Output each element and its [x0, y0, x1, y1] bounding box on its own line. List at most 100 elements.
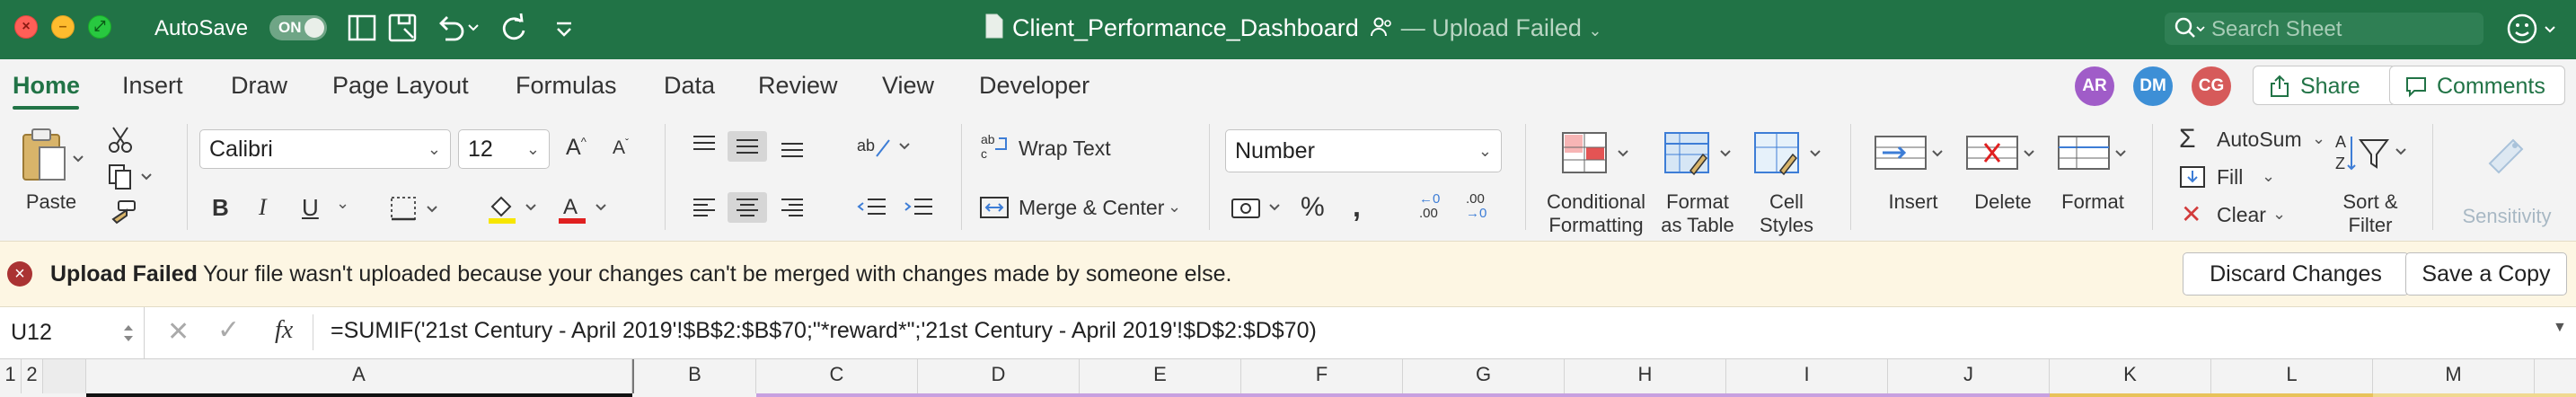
undo-icon[interactable]	[433, 11, 481, 45]
upload-status[interactable]: Upload Failed	[1432, 14, 1582, 41]
number-format-select[interactable]: Number ⌄	[1225, 129, 1502, 172]
column-header-b[interactable]: B	[632, 359, 756, 393]
column-header-c[interactable]: C	[756, 359, 918, 393]
column-header-j[interactable]: J	[1888, 359, 2050, 393]
chevron-down-icon[interactable]: ⌄	[2312, 129, 2325, 148]
horizontal-align-icons[interactable]	[688, 192, 814, 223]
confirm-formula-icon[interactable]: ✓	[217, 314, 240, 346]
column-header-l[interactable]: L	[2211, 359, 2373, 393]
avatar[interactable]: DM	[2133, 66, 2173, 106]
column-header-g[interactable]: G	[1403, 359, 1565, 393]
underline-button[interactable]: U	[302, 194, 319, 222]
sigma-icon[interactable]: Σ	[2179, 124, 2196, 154]
wrap-text-icon[interactable]: ab c	[979, 131, 1011, 162]
format-cells-icon[interactable]	[2057, 131, 2132, 176]
fill-down-icon[interactable]	[2177, 163, 2208, 190]
fill-color-icon[interactable]	[485, 192, 546, 225]
zoom-window-button[interactable]: ⤢	[88, 15, 111, 39]
merge-center-icon[interactable]	[979, 192, 1011, 223]
comments-button[interactable]: Comments	[2389, 66, 2565, 105]
cut-icon[interactable]	[106, 126, 135, 154]
formula-input[interactable]: =SUMIF('21st Century - April 2019'!$B$2:…	[331, 318, 1317, 344]
customize-toolbar-icon[interactable]	[551, 11, 577, 45]
column-header-e[interactable]: E	[1080, 359, 1241, 393]
save-icon[interactable]	[386, 11, 420, 45]
autosum-button[interactable]: AutoSum	[2217, 128, 2302, 152]
autosave-toggle[interactable]: ON	[269, 15, 327, 40]
merge-center-button[interactable]: Merge & Center	[1019, 196, 1164, 220]
tab-formulas[interactable]: Formulas	[516, 72, 617, 100]
discard-changes-button[interactable]: Discard Changes	[2183, 252, 2409, 296]
font-size-select[interactable]: 12 ⌄	[458, 129, 550, 169]
chevron-down-icon[interactable]: ⌄	[336, 194, 349, 213]
tab-insert[interactable]: Insert	[122, 72, 183, 100]
vertical-align-icons[interactable]	[688, 131, 814, 162]
tab-view[interactable]: View	[882, 72, 934, 100]
increase-font-size-button[interactable]: A^	[566, 135, 587, 161]
decrease-decimal-button[interactable]: .00 →0	[1466, 192, 1486, 221]
tab-review[interactable]: Review	[758, 72, 838, 100]
avatar[interactable]: AR	[2075, 66, 2114, 106]
bold-button[interactable]: B	[212, 194, 229, 222]
clear-button[interactable]: Clear	[2217, 203, 2266, 227]
wrap-text-button[interactable]: Wrap Text	[1019, 137, 1111, 161]
cell-styles-icon[interactable]	[1753, 131, 1829, 176]
avatar[interactable]: CG	[2192, 66, 2231, 106]
delete-cells-label[interactable]: Delete	[1967, 190, 2039, 214]
column-header-k[interactable]: K	[2050, 359, 2211, 393]
cell-styles-label[interactable]: Cell Styles	[1746, 190, 1827, 237]
column-header-f[interactable]: F	[1241, 359, 1403, 393]
outline-level-2[interactable]: 2	[22, 359, 43, 393]
decrease-font-size-button[interactable]: Aˇ	[613, 137, 629, 159]
conditional-formatting-icon[interactable]	[1561, 131, 1636, 176]
sort-filter-label[interactable]: Sort & Filter	[2330, 190, 2411, 237]
percent-style-button[interactable]: %	[1301, 192, 1325, 223]
column-header-h[interactable]: H	[1565, 359, 1726, 393]
fill-button[interactable]: Fill	[2217, 165, 2243, 190]
minimize-window-button[interactable]: –	[51, 15, 75, 39]
feedback-smiley-icon[interactable]	[2506, 11, 2563, 47]
tab-draw[interactable]: Draw	[231, 72, 287, 100]
sort-filter-icon[interactable]: A Z	[2333, 129, 2414, 180]
font-name-select[interactable]: Calibri ⌄	[199, 129, 451, 169]
search-sheet-input[interactable]: Search Sheet	[2165, 13, 2483, 45]
format-as-table-icon[interactable]	[1663, 131, 1739, 176]
copy-icon[interactable]	[106, 162, 160, 190]
delete-cells-icon[interactable]	[1965, 131, 2041, 176]
tab-data[interactable]: Data	[664, 72, 715, 100]
text-orientation-icon[interactable]: ab	[855, 131, 920, 162]
expand-formula-bar-icon[interactable]: ▼	[2553, 320, 2567, 336]
tab-home[interactable]: Home	[13, 72, 80, 100]
redo-icon[interactable]	[497, 11, 531, 45]
tab-developer[interactable]: Developer	[979, 72, 1090, 100]
column-header-i[interactable]: I	[1726, 359, 1888, 393]
format-cells-label[interactable]: Format	[2057, 190, 2129, 214]
name-box[interactable]: U12	[0, 307, 145, 358]
insert-cells-icon[interactable]	[1874, 131, 1949, 176]
chevron-down-icon[interactable]: ⌄	[1588, 22, 1601, 40]
outline-level-1[interactable]: 1	[0, 359, 22, 393]
paste-button[interactable]	[18, 126, 90, 188]
conditional-formatting-label[interactable]: Conditional Formatting	[1538, 190, 1654, 237]
sidebar-toggle-icon[interactable]	[346, 11, 378, 45]
chevron-down-icon[interactable]: ⌄	[1168, 198, 1181, 216]
indent-icons[interactable]	[855, 192, 941, 223]
column-header-a[interactable]: A	[86, 359, 632, 393]
comma-style-button[interactable]: ,	[1353, 190, 1361, 224]
borders-icon[interactable]	[388, 194, 449, 223]
column-header-m[interactable]: M	[2373, 359, 2535, 393]
format-as-table-label[interactable]: Format as Table	[1653, 190, 1742, 237]
save-a-copy-button[interactable]: Save a Copy	[2405, 252, 2567, 296]
increase-decimal-button[interactable]: ←0.00	[1419, 192, 1440, 221]
close-window-button[interactable]: ×	[14, 15, 38, 39]
insert-function-button[interactable]: fx	[275, 316, 293, 345]
cancel-formula-icon[interactable]: ✕	[167, 316, 190, 348]
tab-page-layout[interactable]: Page Layout	[332, 72, 469, 100]
chevron-down-icon[interactable]: ⌄	[2262, 167, 2275, 186]
column-header-d[interactable]: D	[918, 359, 1080, 393]
format-painter-icon[interactable]	[106, 199, 138, 230]
insert-cells-label[interactable]: Insert	[1877, 190, 1949, 214]
accounting-format-icon[interactable]	[1231, 192, 1292, 223]
share-button[interactable]: Share	[2253, 66, 2396, 105]
font-color-icon[interactable]: A	[555, 192, 616, 225]
